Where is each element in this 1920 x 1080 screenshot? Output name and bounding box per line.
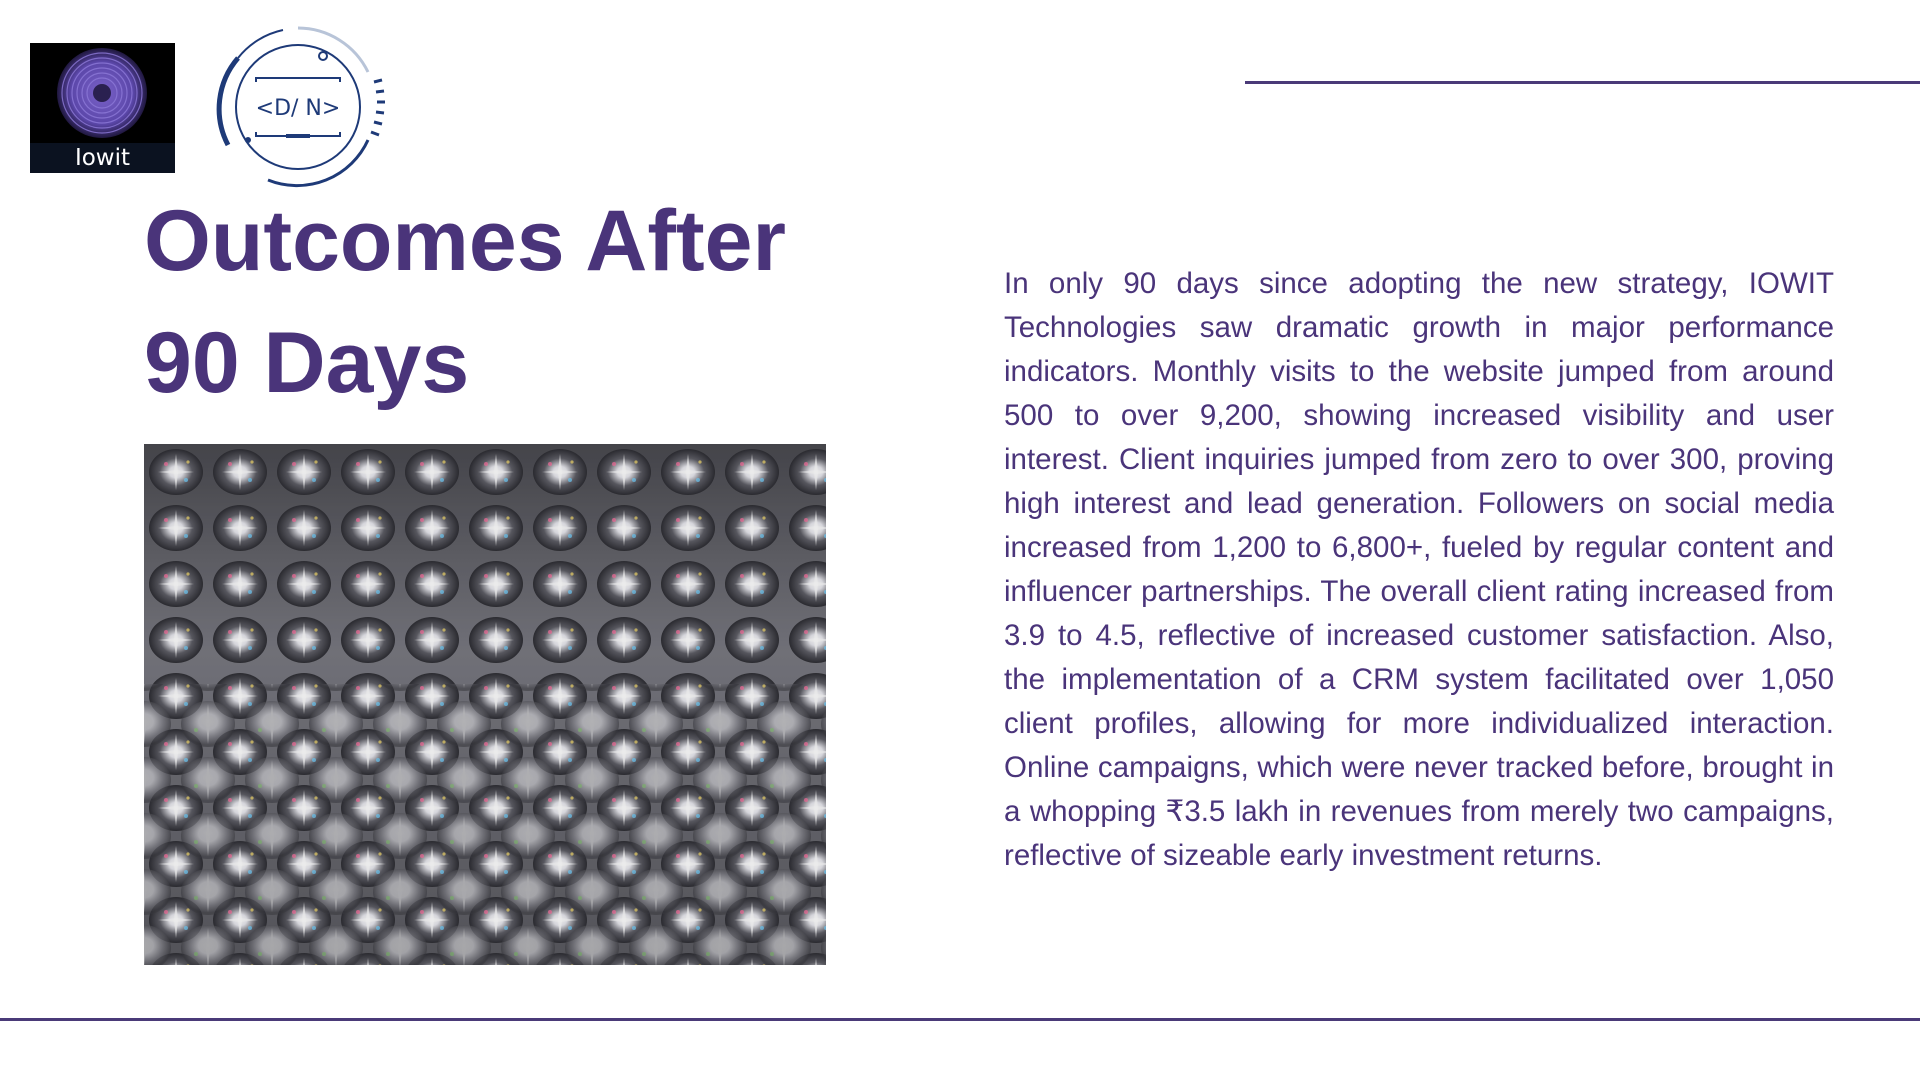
top-divider-line xyxy=(1245,81,1920,84)
iowit-logo-text: Iowit xyxy=(30,143,175,173)
dn-logo: <D/ N> xyxy=(208,20,388,195)
title-line-1: Outcomes After xyxy=(144,193,786,289)
crystal-lens-pattern-icon xyxy=(144,444,826,965)
slide: Iowit <D/ N> Outcomes After 90 Days In o… xyxy=(0,0,1920,1080)
concentric-circles-icon xyxy=(30,43,175,143)
iowit-logo: Iowit xyxy=(30,43,175,173)
crystal-lens-photo xyxy=(144,444,826,965)
circular-tech-ring-icon: <D/ N> xyxy=(216,26,385,188)
bottom-divider-line xyxy=(0,1018,1920,1021)
page-title: Outcomes After 90 Days xyxy=(144,180,864,424)
dn-logo-text: <D/ N> xyxy=(256,96,341,121)
outcomes-paragraph: In only 90 days since adopting the new s… xyxy=(1004,267,1834,872)
title-line-2: 90 Days xyxy=(144,315,470,411)
